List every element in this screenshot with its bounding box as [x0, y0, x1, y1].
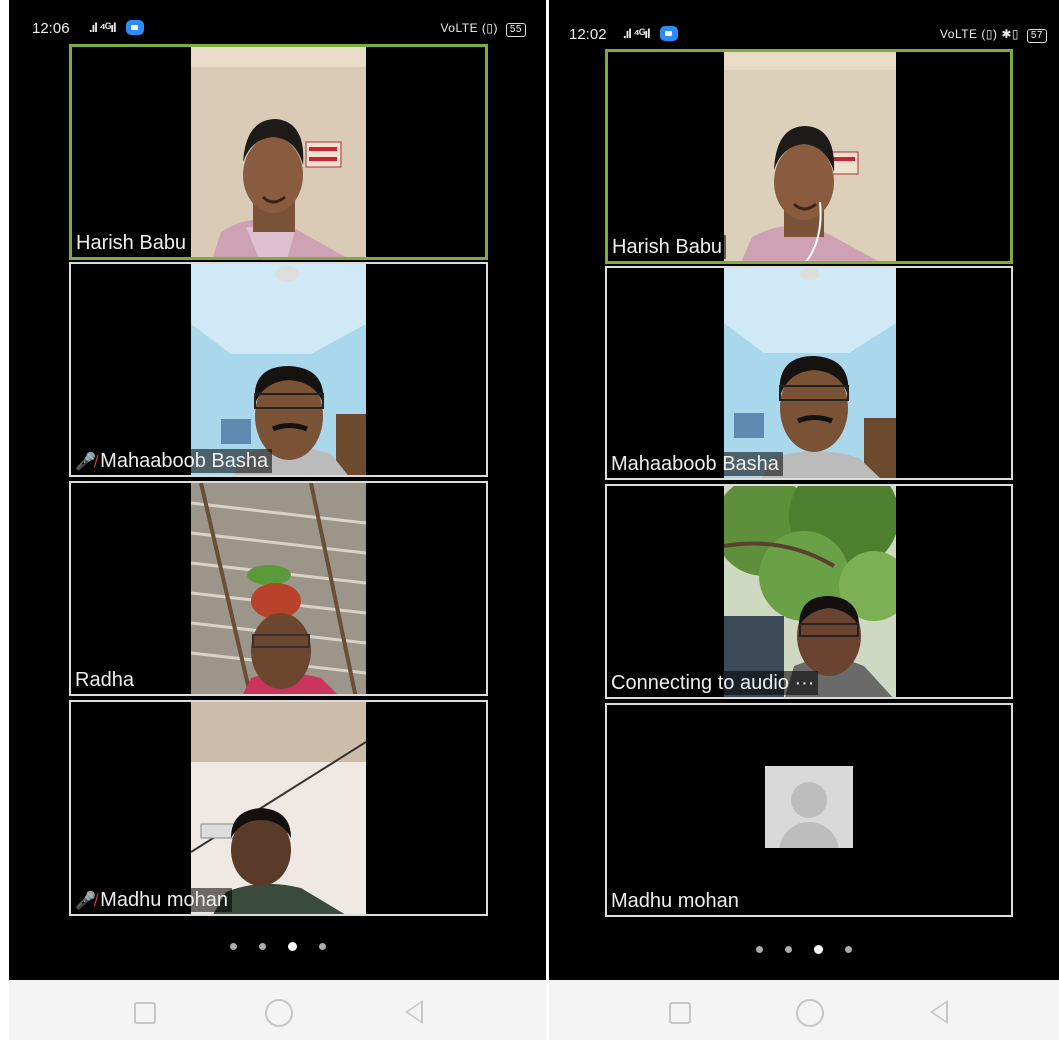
page-dot[interactable] [756, 946, 763, 953]
vibrate-icon: (▯) [981, 27, 998, 41]
navigation-bar [9, 980, 546, 1040]
mic-muted-icon: 🎤̸ [75, 891, 97, 910]
status-time: 12:02 [569, 26, 607, 43]
recent-apps-icon[interactable] [134, 1002, 156, 1024]
status-bar: 12:06 .ıl ⁴ᴳıl VoLTE (▯) 55 [9, 0, 546, 42]
back-icon[interactable] [405, 1000, 423, 1024]
participant-tile[interactable]: Madhu mohan [605, 703, 1013, 917]
page-dot[interactable] [258, 943, 266, 950]
default-avatar-icon [765, 766, 853, 848]
participant-video [191, 264, 366, 475]
navigation-bar [549, 980, 1059, 1040]
status-bar: 12:02 .ıl ⁴ᴳıl VoLTE (▯) ✱▯ 57 [549, 0, 1059, 43]
recent-apps-icon[interactable] [669, 1002, 691, 1024]
page-dot[interactable] [229, 943, 237, 950]
participant-name-label: Harish Babu [74, 231, 191, 255]
page-dot-active[interactable] [287, 942, 297, 951]
volte-icon: VoLTE [440, 21, 479, 35]
participant-tile[interactable]: Harish Babu [69, 44, 488, 260]
zoom-app-icon [125, 20, 144, 35]
right-phone-screen: 12:02 .ıl ⁴ᴳıl VoLTE (▯) ✱▯ 57 Harish Ba… [549, 0, 1059, 1040]
home-icon[interactable] [796, 999, 824, 1027]
participant-name-label: Mahaaboob Basha [609, 452, 783, 476]
page-indicator[interactable] [9, 937, 546, 955]
status-time: 12:06 [32, 20, 70, 37]
participant-name-label: Madhu mohan [609, 889, 743, 913]
participant-video [191, 702, 366, 914]
signal-icon: .ıl ⁴ᴳıl [89, 20, 117, 35]
page-dot[interactable] [785, 946, 792, 953]
left-phone-screen: 12:06 .ıl ⁴ᴳıl VoLTE (▯) 55 Harish Babu … [9, 0, 546, 1040]
home-icon[interactable] [265, 999, 293, 1027]
participant-tile[interactable]: Connecting to audio ··· [605, 484, 1013, 699]
bluetooth-icon: ✱▯ [1001, 27, 1020, 41]
participant-tile[interactable]: Mahaaboob Basha [605, 266, 1013, 480]
participant-name-label: 🎤̸ Madhu mohan [73, 888, 233, 912]
page-dot[interactable] [318, 943, 326, 950]
participant-tile[interactable]: Radha [69, 481, 488, 696]
signal-icon: .ıl ⁴ᴳıl [623, 26, 651, 41]
participant-video [191, 483, 366, 694]
status-right-group: VoLTE (▯) ✱▯ 57 [940, 27, 1047, 43]
battery-icon: 55 [505, 23, 526, 37]
participant-video [724, 52, 896, 261]
vibrate-icon: (▯) [481, 21, 499, 35]
participant-status-label: Connecting to audio ··· [609, 671, 819, 695]
back-icon[interactable] [930, 1000, 948, 1024]
participant-video [191, 47, 366, 257]
participant-video [724, 486, 896, 697]
participant-video [724, 268, 896, 478]
participant-name-label: Radha [73, 668, 138, 692]
status-right-group: VoLTE (▯) 55 [440, 21, 526, 37]
page-dot[interactable] [845, 946, 852, 953]
participant-tile[interactable]: 🎤̸ Madhu mohan [69, 700, 488, 916]
page-indicator[interactable] [549, 940, 1059, 958]
zoom-app-icon [659, 26, 678, 41]
page-dot-active[interactable] [814, 945, 823, 954]
battery-icon: 57 [1026, 29, 1047, 43]
participant-name-label: 🎤̸ Mahaaboob Basha [73, 449, 273, 473]
participant-name-label: Harish Babu [610, 235, 727, 259]
participant-tile[interactable]: 🎤̸ Mahaaboob Basha [69, 262, 488, 477]
volte-icon: VoLTE [939, 27, 978, 41]
participant-tile[interactable]: Harish Babu [605, 49, 1013, 264]
mic-muted-icon: 🎤̸ [75, 452, 97, 471]
